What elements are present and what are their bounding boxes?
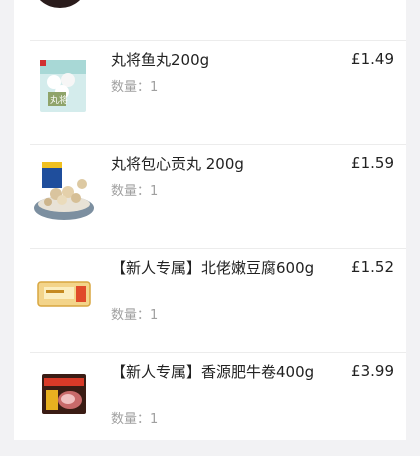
product-price: £3.99 [351, 362, 394, 380]
tofu-product-image [37, 281, 91, 307]
product-name[interactable]: 丸将包心贡丸 200g [111, 154, 316, 175]
svg-text:丸将: 丸将 [50, 94, 68, 106]
product-price: £1.49 [351, 50, 394, 68]
list-item[interactable]: 【新人专属】香源肥牛卷400g 数量：1 £3.99 [14, 352, 406, 456]
quantity: 数量：1 [111, 184, 159, 199]
quantity: 数量：1 [111, 412, 159, 427]
product-price: £1.52 [351, 258, 394, 276]
fish-ball-product-image: 丸将 [40, 60, 86, 112]
divider [30, 40, 406, 41]
list-item[interactable]: 【新人专属】北佬嫩豆腐600g 数量：1 £1.52 [14, 248, 406, 352]
beef-roll-product-image [42, 374, 86, 414]
product-name[interactable]: 【新人专属】北佬嫩豆腐600g [111, 258, 316, 279]
list-item[interactable]: 丸将 丸将鱼丸200g 数量：1 £1.49 [14, 40, 406, 144]
meatball-product-image [34, 162, 94, 220]
quantity: 数量：1 [111, 80, 159, 95]
divider [30, 248, 406, 249]
product-name[interactable]: 【新人专属】香源肥牛卷400g [111, 362, 316, 383]
list-item[interactable]: 丸将包心贡丸 200g 数量：1 £1.59 [14, 144, 406, 248]
product-name[interactable]: 丸将鱼丸200g [111, 50, 316, 71]
quantity: 数量：1 [111, 308, 159, 323]
product-price: £1.59 [351, 154, 394, 172]
divider [30, 144, 406, 145]
previous-item-image [39, 0, 81, 8]
order-items-card: 丸将 丸将鱼丸200g 数量：1 £1.49 丸将包心贡丸 200g 数量：1 … [14, 0, 406, 440]
divider [30, 352, 406, 353]
